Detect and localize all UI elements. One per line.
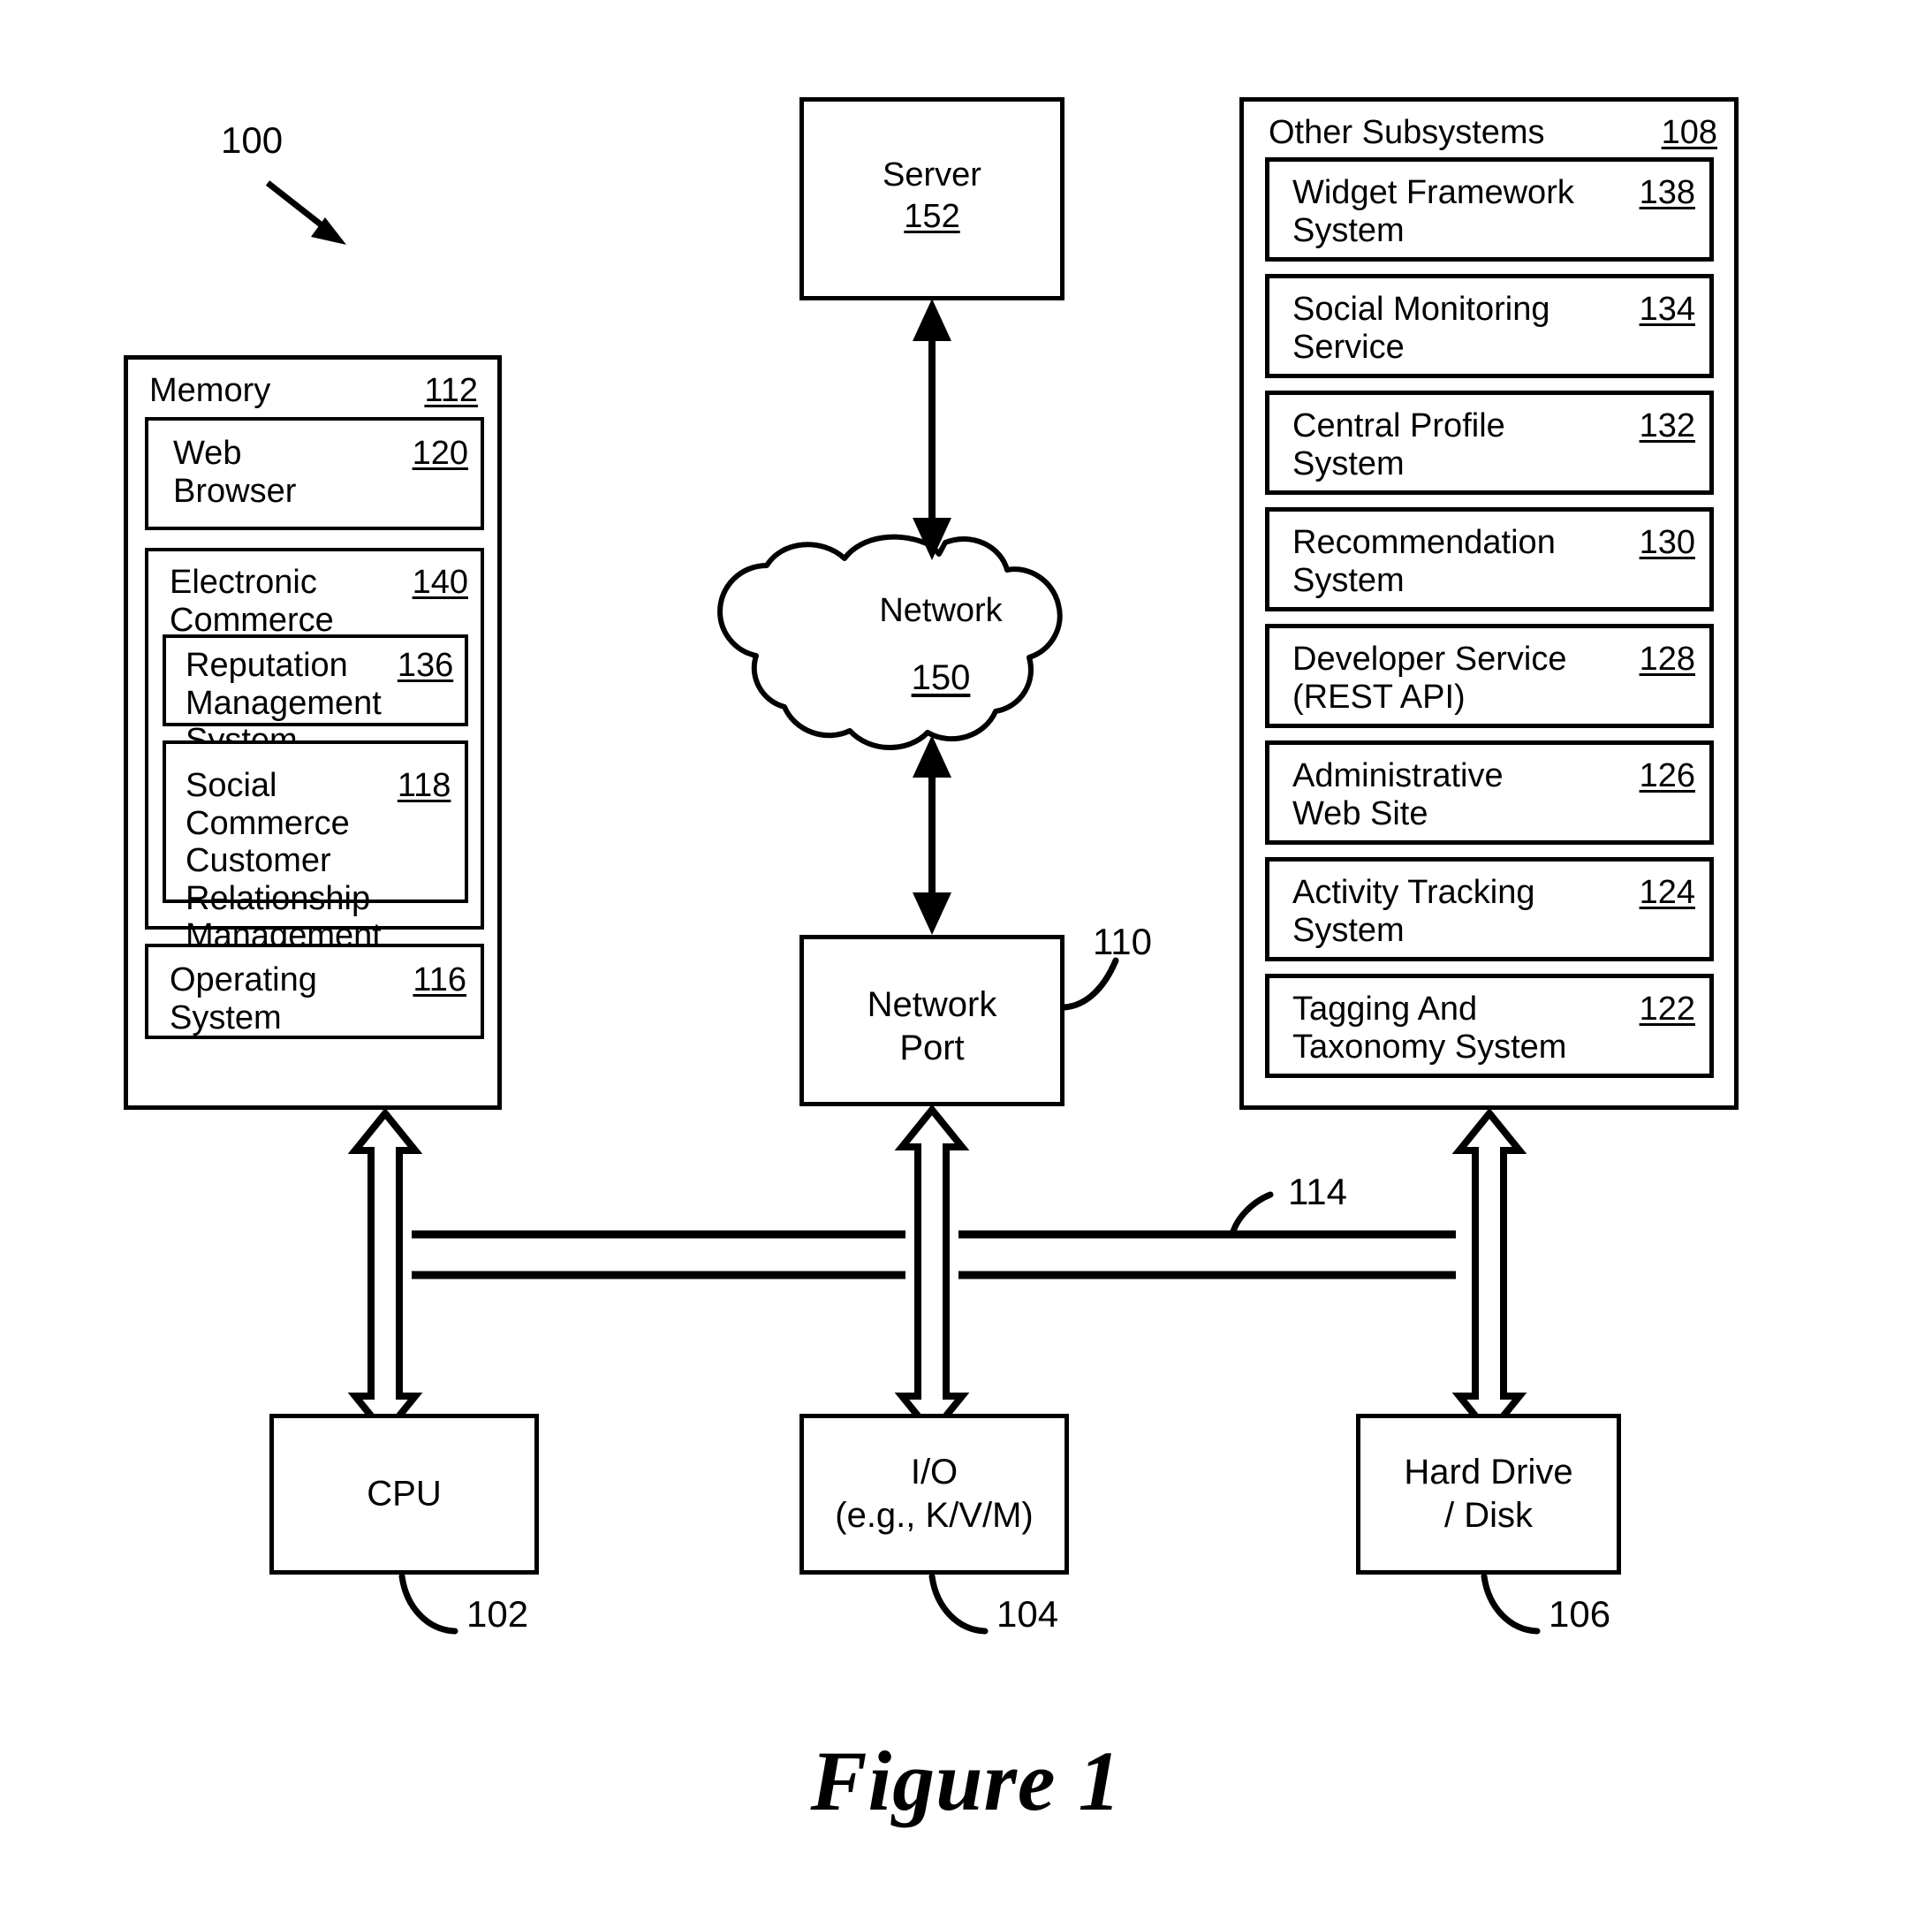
memory-label: Memory [149, 372, 271, 409]
web-browser-label: Web Browser [173, 435, 297, 510]
figure-canvas: Memory 112 Web Browser 120 Electronic Co… [0, 0, 1932, 1913]
recommendation-system-label: Recommendation System [1292, 524, 1556, 599]
recommendation-system-ref-number: 130 [1639, 524, 1695, 561]
cpu-block: CPU [269, 1414, 539, 1575]
reputation-management-system-block: Reputation Management System 136 [163, 634, 468, 759]
activity-tracking-system-ref-number: 124 [1639, 874, 1695, 911]
server-network-arrow [913, 299, 951, 560]
cpu-label: CPU [367, 1474, 442, 1514]
operating-system-header: Operating System 116 [170, 961, 466, 1036]
network-ref-number: 150 [911, 657, 971, 697]
central-profile-system-header: Central Profile System 132 [1292, 407, 1695, 482]
memory-ref-number: 112 [424, 372, 478, 409]
web-browser-header: Web Browser 120 [173, 435, 468, 510]
tagging-and-taxonomy-system-block: Tagging And Taxonomy System 122 [1265, 974, 1714, 1078]
central-profile-system-ref-number: 132 [1639, 407, 1695, 444]
administrative-web-site-header: Administrative Web Site 126 [1292, 757, 1695, 832]
bus-arrow-network-port [894, 1104, 970, 1439]
widget-framework-system-block: Widget Framework System 138 [1265, 157, 1714, 262]
network-port-block: Network Port [799, 935, 1064, 1106]
ref-number-104: 104 [996, 1593, 1059, 1635]
network-label: Network [879, 592, 1003, 629]
io-block: I/O (e.g., K/V/M) [799, 1414, 1069, 1575]
operating-system-ref-number: 116 [413, 961, 466, 998]
server-ref-number: 152 [904, 197, 960, 235]
bus-arrow-subsystems [1451, 1107, 1527, 1439]
operating-system-block: Operating System 116 [145, 944, 484, 1039]
ref-number-106: 106 [1549, 1593, 1611, 1635]
developer-service-block: Developer Service (REST API) 128 [1265, 624, 1714, 728]
activity-tracking-system-label: Activity Tracking System [1292, 874, 1535, 949]
ref-106-leader [1481, 1573, 1541, 1635]
network-port-arrow [913, 735, 951, 935]
figure-caption: Figure 1 [810, 1734, 1122, 1828]
ref-number-100: 100 [221, 119, 284, 161]
ref-104-leader [928, 1573, 989, 1635]
social-monitoring-service-block: Social Monitoring Service 134 [1265, 274, 1714, 378]
ref-100-leader-arrow [265, 180, 346, 245]
network-cloud-text: Network 150 [760, 592, 1122, 695]
administrative-web-site-ref-number: 126 [1639, 757, 1695, 794]
server-label: Server [883, 156, 981, 194]
social-commerce-crm-ref-number: 118 [397, 767, 451, 804]
administrative-web-site-block: Administrative Web Site 126 [1265, 740, 1714, 845]
io-label: I/O (e.g., K/V/M) [835, 1453, 1034, 1535]
activity-tracking-system-block: Activity Tracking System 124 [1265, 857, 1714, 961]
widget-framework-system-header: Widget Framework System 138 [1292, 174, 1695, 249]
tagging-and-taxonomy-system-label: Tagging And Taxonomy System [1292, 991, 1567, 1066]
operating-system-label: Operating System [170, 961, 317, 1036]
administrative-web-site-label: Administrative Web Site [1292, 757, 1504, 832]
other-subsystems-header: Other Subsystems 108 [1269, 114, 1717, 152]
bus-arrow-memory [347, 1107, 423, 1439]
widget-framework-system-label: Widget Framework System [1292, 174, 1574, 249]
ref-110-leader [1061, 957, 1119, 1011]
recommendation-system-header: Recommendation System 130 [1292, 524, 1695, 599]
central-profile-system-label: Central Profile System [1292, 407, 1505, 482]
ref-114-leader [1229, 1191, 1274, 1238]
social-monitoring-service-ref-number: 134 [1639, 291, 1695, 328]
server-text: Server 152 [804, 153, 1060, 237]
web-browser-ref-number: 120 [412, 435, 468, 472]
electronic-commerce-system-ref-number: 140 [412, 564, 468, 601]
other-subsystems-ref-number: 108 [1661, 114, 1717, 151]
bus-arrow-shaft-overlays [367, 1224, 1507, 1286]
central-profile-system-block: Central Profile System 132 [1265, 391, 1714, 495]
recommendation-system-block: Recommendation System 130 [1265, 507, 1714, 611]
hard-drive-label: Hard Drive / Disk [1404, 1453, 1573, 1535]
hard-drive-block: Hard Drive / Disk [1356, 1414, 1621, 1575]
network-port-label: Network Port [867, 985, 997, 1067]
activity-tracking-system-header: Activity Tracking System 124 [1292, 874, 1695, 949]
social-monitoring-service-header: Social Monitoring Service 134 [1292, 291, 1695, 366]
ref-number-102: 102 [466, 1593, 529, 1635]
memory-header: Memory 112 [149, 372, 478, 410]
server-block: Server 152 [799, 97, 1064, 300]
tagging-and-taxonomy-system-header: Tagging And Taxonomy System 122 [1292, 991, 1695, 1066]
ref-102-leader [398, 1573, 458, 1635]
widget-framework-system-ref-number: 138 [1639, 174, 1695, 211]
ref-number-110: 110 [1093, 921, 1152, 962]
reputation-management-system-ref-number: 136 [397, 647, 454, 684]
developer-service-label: Developer Service (REST API) [1292, 641, 1567, 716]
social-monitoring-service-label: Social Monitoring Service [1292, 291, 1550, 366]
ref-number-114: 114 [1288, 1171, 1347, 1212]
social-commerce-crm-block: Social Commerce Customer Relationship Ma… [163, 740, 468, 992]
developer-service-header: Developer Service (REST API) 128 [1292, 641, 1695, 716]
web-browser-block: Web Browser 120 [145, 417, 484, 530]
developer-service-ref-number: 128 [1639, 641, 1695, 678]
tagging-and-taxonomy-system-ref-number: 122 [1639, 991, 1695, 1028]
other-subsystems-label: Other Subsystems [1269, 114, 1545, 151]
